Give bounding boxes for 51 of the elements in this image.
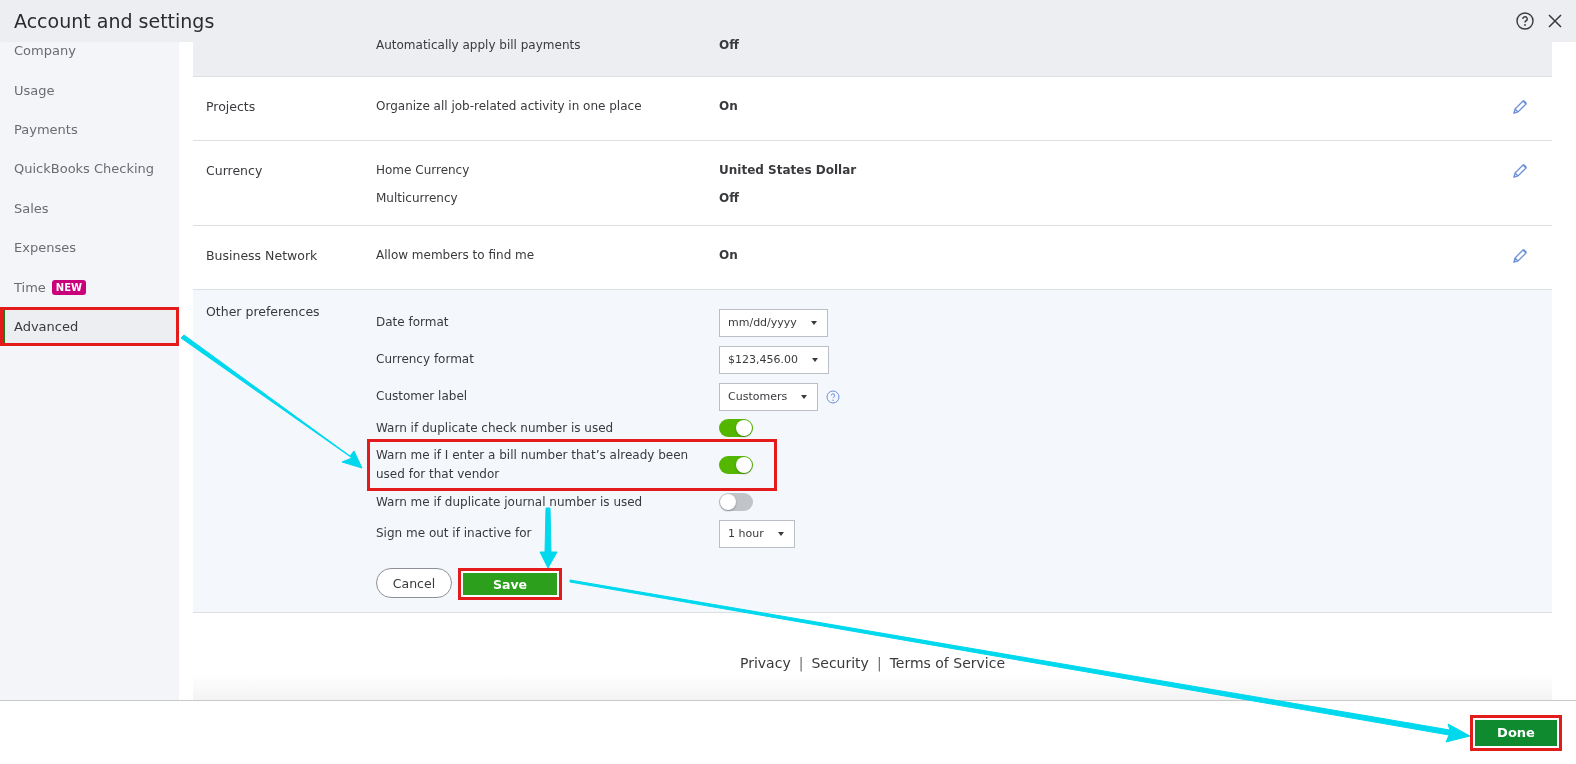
sidebar-item[interactable]: QuickBooks Checking xyxy=(5,149,179,189)
setting-label: Allow members to find me xyxy=(376,248,536,264)
annotation-arrow xyxy=(539,507,558,569)
setting-value: United States Dollar xyxy=(719,163,858,179)
section-title: Business Network xyxy=(206,248,319,263)
done-button[interactable]: Done xyxy=(1470,714,1562,751)
setting-label: Home Currency xyxy=(376,163,471,179)
dropdown[interactable]: $123,456.00 xyxy=(719,345,829,374)
separator: | xyxy=(876,655,882,671)
footer-link[interactable]: Terms of Service xyxy=(889,655,1005,671)
section-title: Other preferences xyxy=(206,304,321,319)
footer-link[interactable]: Privacy xyxy=(740,655,791,671)
preference-label: Warn if duplicate check number is used xyxy=(376,419,615,437)
setting-value: On xyxy=(719,248,739,264)
toggle-switch[interactable] xyxy=(719,419,753,437)
dropdown[interactable]: mm/dd/yyyy xyxy=(719,308,828,337)
preference-label: Warn me if I enter a bill number that’s already been used for that vendor xyxy=(376,447,690,483)
footer-link[interactable]: Security xyxy=(811,655,869,671)
dropdown[interactable]: 1 hour xyxy=(719,519,795,548)
preference-label: Customer label xyxy=(376,388,469,405)
setting-label: Organize all job-related activity in one place xyxy=(376,99,643,115)
setting-value: Off xyxy=(719,38,740,52)
new-badge: NEW xyxy=(51,279,87,295)
sidebar-item[interactable]: Company xyxy=(5,42,179,71)
sidebar-item[interactable]: Usage xyxy=(5,70,179,110)
sidebar-item[interactable]: Payments xyxy=(5,109,179,150)
sidebar-item[interactable]: Expenses xyxy=(5,227,179,268)
pencil-icon[interactable] xyxy=(1512,99,1528,115)
help-icon[interactable] xyxy=(1516,12,1534,30)
preference-label: Warn me if duplicate journal number is used xyxy=(376,493,644,511)
section-title: Projects xyxy=(206,99,257,114)
sidebar-item[interactable]: Advanced xyxy=(0,306,179,347)
preference-label: Sign me out if inactive for xyxy=(376,525,533,542)
separator: | xyxy=(798,655,804,671)
pencil-icon[interactable] xyxy=(1512,163,1528,179)
setting-label: Automatically apply bill payments xyxy=(376,38,582,52)
setting-label: Multicurrency xyxy=(376,191,459,205)
dropdown[interactable]: Customers xyxy=(719,382,819,411)
sidebar-item[interactable]: Time NEW xyxy=(5,267,179,307)
section-title: Currency xyxy=(206,163,264,178)
cancel-button[interactable]: Cancel xyxy=(376,568,452,598)
close-icon[interactable] xyxy=(1548,14,1562,28)
pencil-icon[interactable] xyxy=(1512,248,1528,264)
sidebar-item[interactable]: Sales xyxy=(5,188,179,228)
setting-value: On xyxy=(719,99,739,115)
window-title: Account and settings xyxy=(14,10,216,32)
setting-value: Off xyxy=(719,191,740,205)
toggle-switch[interactable] xyxy=(719,493,753,511)
preference-label: Currency format xyxy=(376,351,475,368)
preference-label: Date format xyxy=(376,314,450,331)
toggle-switch[interactable] xyxy=(719,456,753,474)
